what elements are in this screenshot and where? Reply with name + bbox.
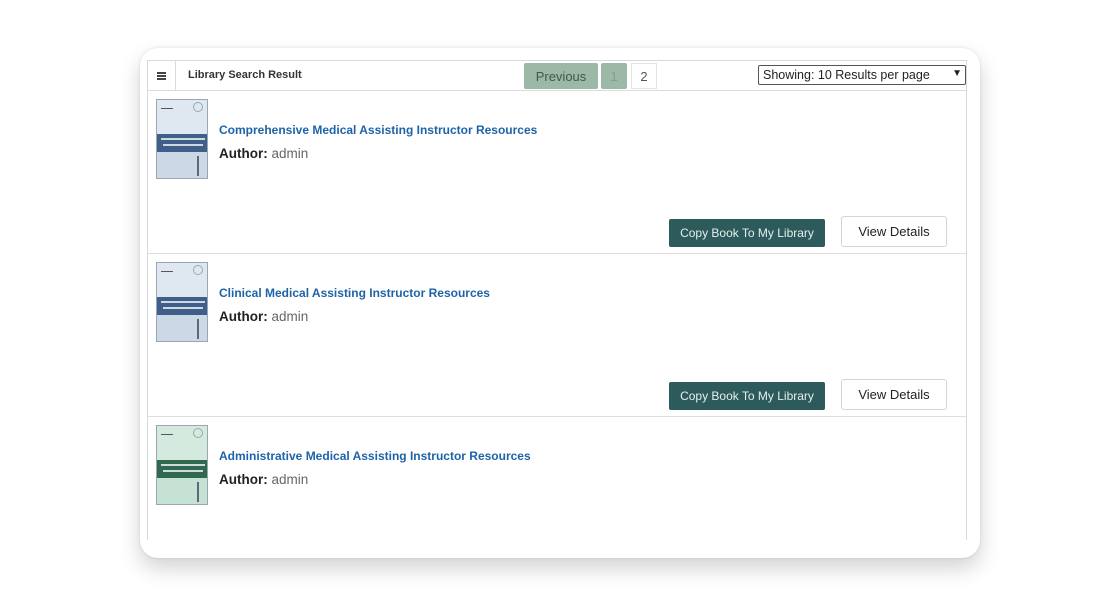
- hamburger-menu-icon[interactable]: [148, 61, 176, 90]
- book-cover-image[interactable]: [156, 99, 208, 179]
- results-toolbar: Library Search Result Previous 1 2 Showi…: [148, 61, 966, 91]
- book-title-link[interactable]: Administrative Medical Assisting Instruc…: [219, 449, 531, 463]
- book-list-item: Comprehensive Medical Assisting Instruct…: [148, 91, 966, 254]
- author-label: Author:: [219, 309, 272, 324]
- author-label: Author:: [219, 146, 272, 161]
- copy-book-button[interactable]: Copy Book To My Library: [669, 382, 825, 410]
- page-title: Library Search Result: [188, 69, 302, 81]
- book-cover-image[interactable]: [156, 425, 208, 505]
- book-list-item: Clinical Medical Assisting Instructor Re…: [148, 254, 966, 417]
- previous-page-button[interactable]: Previous: [524, 63, 598, 89]
- screenshot-card: Library Search Result Previous 1 2 Showi…: [140, 48, 980, 558]
- book-title-link[interactable]: Clinical Medical Assisting Instructor Re…: [219, 286, 490, 300]
- book-author: Author: admin: [219, 309, 308, 324]
- copy-book-button[interactable]: Copy Book To My Library: [669, 219, 825, 247]
- results-per-page-value: Showing: 10 Results per page: [763, 68, 930, 82]
- author-name: admin: [271, 472, 309, 487]
- library-search-panel: Library Search Result Previous 1 2 Showi…: [147, 60, 967, 540]
- author-label: Author:: [219, 472, 272, 487]
- book-cover-image[interactable]: [156, 262, 208, 342]
- page-1-button[interactable]: 1: [601, 63, 627, 89]
- book-title-link[interactable]: Comprehensive Medical Assisting Instruct…: [219, 123, 537, 137]
- author-name: admin: [271, 146, 309, 161]
- view-details-button[interactable]: View Details: [841, 216, 947, 247]
- page-2-button[interactable]: 2: [631, 63, 657, 89]
- chevron-down-icon: ▼: [952, 68, 962, 79]
- results-per-page-select[interactable]: Showing: 10 Results per page ▼: [758, 65, 966, 85]
- book-author: Author: admin: [219, 472, 308, 487]
- book-list-item: Administrative Medical Assisting Instruc…: [148, 417, 966, 540]
- view-details-button[interactable]: View Details: [841, 379, 947, 410]
- author-name: admin: [271, 309, 309, 324]
- book-author: Author: admin: [219, 146, 308, 161]
